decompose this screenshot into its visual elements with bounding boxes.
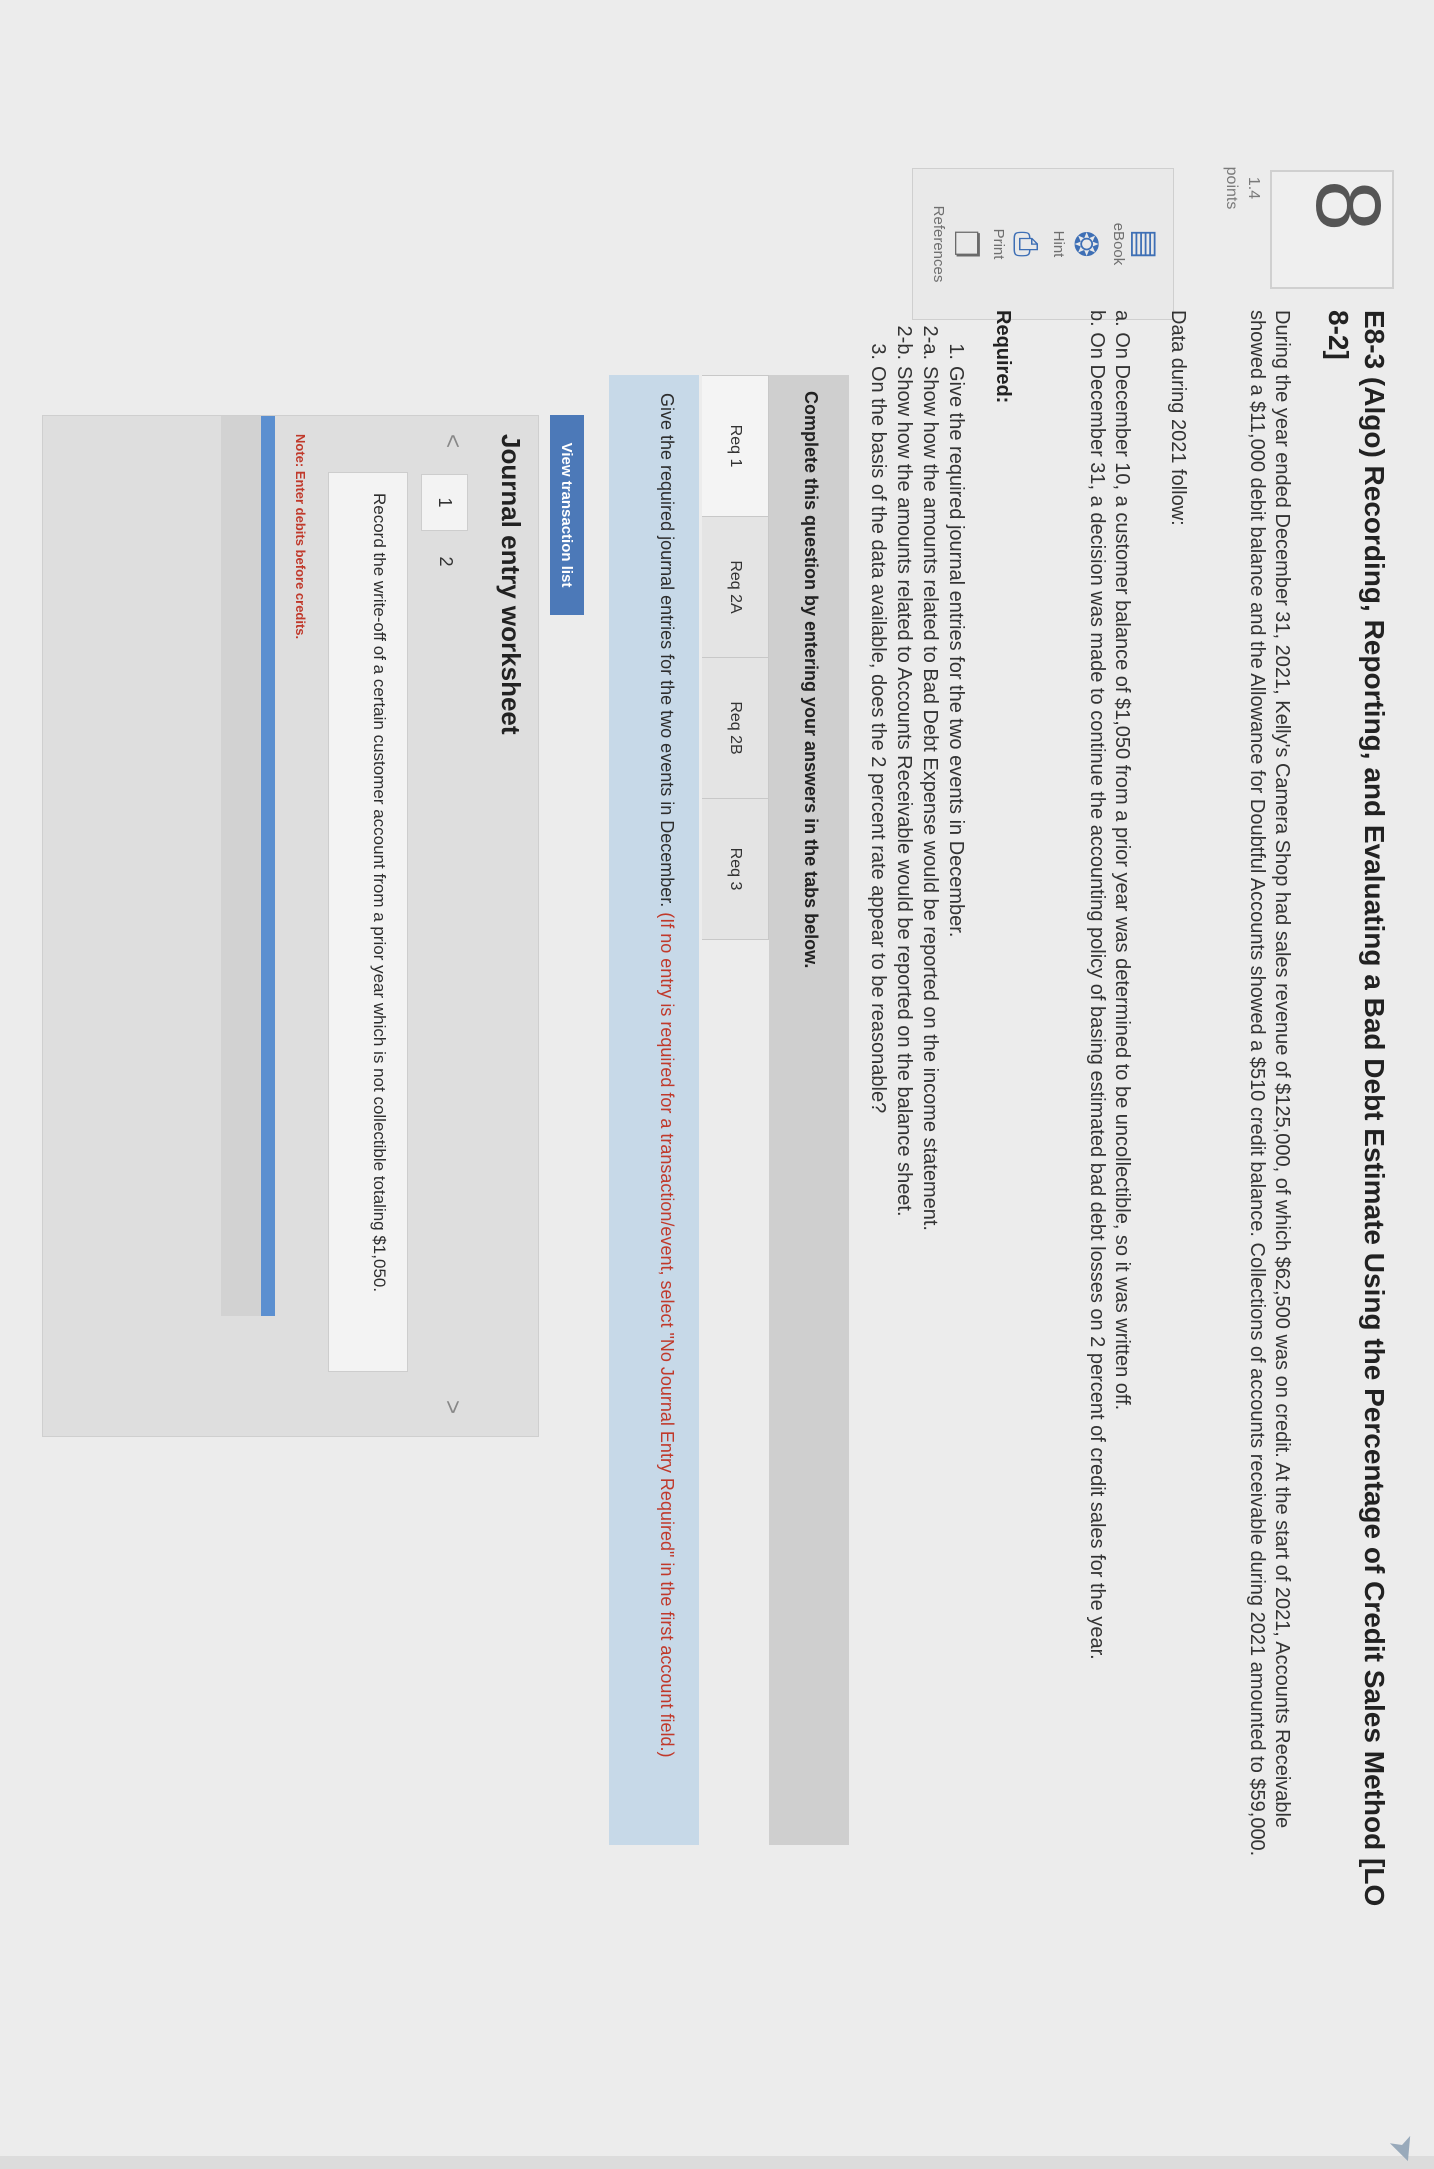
copy-pages-icon: ❐ bbox=[948, 229, 984, 259]
tools-panel: ▤ eBook ❂ Hint ⎙ Print ❐ References bbox=[912, 168, 1174, 320]
required-number: 2-b. bbox=[893, 325, 915, 360]
required-text: Give the required journal entries for th… bbox=[945, 366, 967, 938]
worksheet-table-bar bbox=[261, 416, 275, 1316]
tab-req-3[interactable]: Req 3 bbox=[702, 798, 769, 940]
required-number: 1. bbox=[945, 343, 967, 360]
tab-req-2b[interactable]: Req 2B bbox=[702, 657, 769, 799]
req-tabs: Req 1 Req 2A Req 2B Req 3 bbox=[699, 375, 769, 940]
book-icon: ▤ bbox=[1128, 228, 1164, 260]
worksheet-note: Note: Enter debits before credits. bbox=[293, 434, 308, 640]
required-list: 1. Give the required journal entries for … bbox=[865, 310, 969, 1870]
required-item: 3. On the basis of the data available, do… bbox=[865, 310, 891, 1870]
print-button[interactable]: ⎙ Print bbox=[990, 169, 1045, 319]
question-number: 8 bbox=[1297, 180, 1399, 232]
instruction-band: Complete this question by entering your … bbox=[769, 375, 849, 1845]
required-item: 2-a. Show how the amounts related to Bad … bbox=[917, 310, 943, 1870]
mouse-cursor-icon: ➤ bbox=[1381, 2129, 1427, 2169]
info-bar: Give the required journal entries for th… bbox=[609, 375, 699, 1845]
references-button[interactable]: ❐ References bbox=[930, 169, 985, 319]
worksheet-pager: < 1 2 > bbox=[416, 434, 476, 1414]
print-label: Print bbox=[990, 228, 1007, 260]
info-main: Give the required journal entries for th… bbox=[657, 393, 677, 908]
info-text: Give the required journal entries for th… bbox=[655, 393, 679, 1823]
references-label: References bbox=[930, 205, 947, 283]
journal-worksheet: Journal entry worksheet < 1 2 > Record t… bbox=[42, 415, 539, 1437]
points-value: 1.4 bbox=[1245, 176, 1262, 200]
printer-icon: ⎙ bbox=[1008, 231, 1044, 257]
required-heading: Required: bbox=[992, 310, 1014, 404]
required-number: 2-a. bbox=[919, 325, 941, 360]
required-text: Show how the amounts related to Bad Debt… bbox=[919, 366, 941, 1231]
page-2-button[interactable]: 2 bbox=[423, 534, 468, 589]
points-block: 1.4 points bbox=[1220, 158, 1264, 218]
page-1-button[interactable]: 1 bbox=[421, 474, 468, 531]
question-title: E8-3 (Algo) Recording, Reporting, and Ev… bbox=[1323, 310, 1390, 1907]
tab-req-2a[interactable]: Req 2A bbox=[702, 516, 769, 658]
required-item: 1. Give the required journal entries for … bbox=[943, 310, 969, 1870]
chevron-right-icon[interactable]: > bbox=[438, 1400, 466, 1414]
ebook-label: eBook bbox=[1110, 222, 1127, 266]
worksheet-description: Record the write-off of a certain custom… bbox=[328, 472, 408, 1372]
events-list: a. On December 10, a customer balance of… bbox=[1084, 310, 1134, 1870]
data-label: Data during 2021 follow: bbox=[1167, 310, 1189, 526]
lifebuoy-icon: ❂ bbox=[1068, 230, 1104, 258]
question-page: 8 1.4 points ▤ eBook ❂ Hint ⎙ Print ❐ Re… bbox=[0, 0, 1434, 2169]
required-item: 2-b. Show how the amounts related to Acco… bbox=[891, 310, 917, 1870]
chevron-left-icon[interactable]: < bbox=[438, 434, 466, 448]
worksheet-table-header bbox=[221, 416, 261, 1316]
instruction-text: Complete this question by entering your … bbox=[801, 391, 821, 969]
view-transaction-list-button[interactable]: View transaction list bbox=[550, 415, 584, 615]
event-item: b. On December 31, a decision was made t… bbox=[1086, 310, 1108, 1660]
event-item: a. On December 10, a customer balance of… bbox=[1111, 310, 1133, 1411]
worksheet-title: Journal entry worksheet bbox=[496, 434, 526, 735]
hint-button[interactable]: ❂ Hint bbox=[1050, 169, 1105, 319]
ebook-button[interactable]: ▤ eBook bbox=[1110, 169, 1165, 319]
required-text: On the basis of the data available, does… bbox=[867, 366, 889, 1114]
tab-req-1[interactable]: Req 1 bbox=[702, 375, 769, 517]
points-label: points bbox=[1223, 166, 1240, 210]
info-note: (If no entry is required for a transacti… bbox=[657, 912, 677, 1758]
required-text: Show how the amounts related to Accounts… bbox=[893, 366, 915, 1217]
required-number: 3. bbox=[867, 343, 889, 360]
hint-label: Hint bbox=[1050, 230, 1067, 258]
question-intro: During the year ended December 31, 2021,… bbox=[1246, 310, 1293, 1857]
